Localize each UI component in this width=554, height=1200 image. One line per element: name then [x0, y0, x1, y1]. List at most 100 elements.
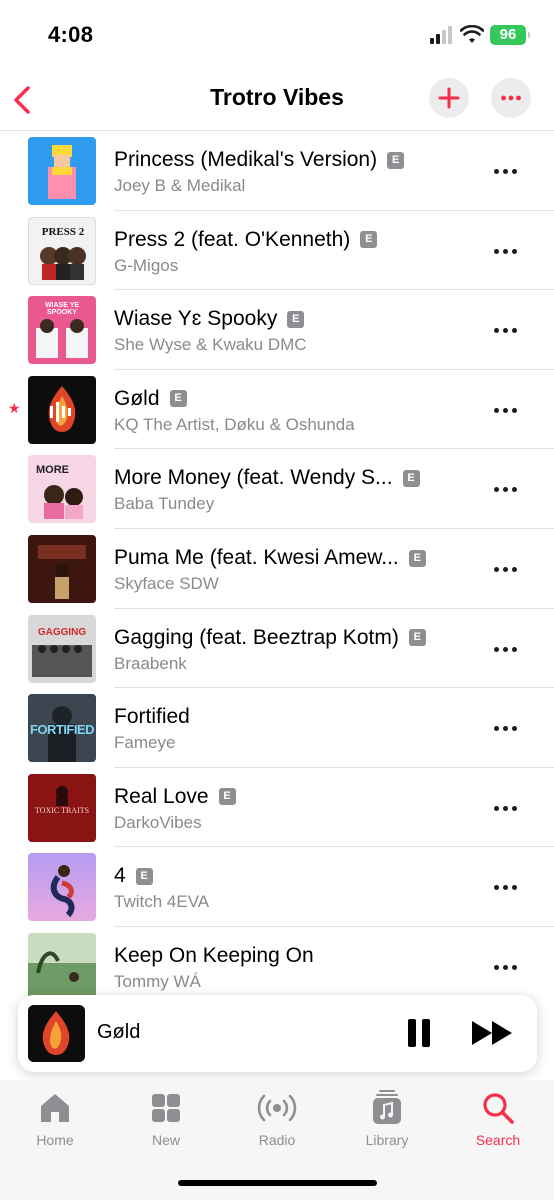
track-more-button[interactable]	[490, 794, 522, 822]
track-row[interactable]: WIASE YE SPOOKY Wiase Yɛ Spooky E She Wy…	[0, 290, 554, 370]
track-more-button[interactable]	[490, 237, 522, 265]
explicit-badge: E	[408, 629, 426, 647]
track-more-button[interactable]	[490, 953, 522, 981]
track-artist: G-Migos	[114, 255, 179, 275]
track-more-button[interactable]	[490, 873, 522, 901]
track-row[interactable]: Princess (Medikal's Version) E Joey B & …	[0, 131, 554, 211]
track-artwork: FORTIFIED	[28, 694, 96, 763]
ellipsis-icon	[501, 95, 521, 101]
mini-player[interactable]: Gøld	[18, 995, 537, 1072]
explicit-badge: E	[135, 867, 153, 885]
track-title: Fortified	[114, 705, 190, 729]
track-more-button[interactable]	[490, 396, 522, 424]
skip-forward-button[interactable]	[470, 1015, 516, 1051]
track-more-button[interactable]	[490, 555, 522, 583]
tab-label: Home	[36, 1132, 74, 1148]
home-icon	[41, 1094, 69, 1122]
track-artwork	[28, 853, 96, 922]
now-playing-artwork	[28, 1005, 85, 1062]
track-row[interactable]: MORE More Money (feat. Wendy S... E Baba…	[0, 449, 554, 529]
status-bar: 4:08 96	[0, 0, 554, 70]
track-row[interactable]: Puma Me (feat. Kwesi Amew... E Skyface S…	[0, 529, 554, 609]
nav-bar: Trotro Vibes	[0, 70, 554, 130]
track-title: Keep On Keeping On	[114, 944, 314, 967]
svg-text:MORE: MORE	[36, 464, 69, 476]
track-row[interactable]: FORTIFIED Fortified Fameye	[0, 688, 554, 768]
track-artist: DarkoVibes	[114, 812, 202, 832]
favorite-star-icon: ★	[8, 399, 21, 416]
artwork-text: FORTIFIED	[29, 722, 95, 738]
tab-label: New	[151, 1132, 180, 1148]
track-artwork	[28, 137, 96, 205]
home-indicator	[178, 1180, 377, 1186]
tab-library[interactable]: Library	[342, 1090, 432, 1160]
track-artist: KQ The Artist, Døku & Oshunda	[114, 414, 355, 434]
track-row[interactable]: PRESS 2 Press 2 (feat. O'Kenneth) E G-Mi…	[0, 211, 554, 291]
track-artist: Baba Tundey	[114, 494, 215, 514]
track-title: Real Love	[114, 784, 209, 808]
track-title: Princess (Medikal's Version)	[114, 148, 378, 171]
track-title: More Money (feat. Wendy S...	[114, 466, 393, 490]
track-row[interactable]: TOXIC TRAITS Real Love E DarkoVibes	[0, 768, 554, 848]
status-time: 4:08	[48, 22, 94, 47]
track-title: Press 2 (feat. O'Kenneth)	[114, 227, 351, 251]
track-artist: Fameye	[114, 733, 176, 753]
track-more-button[interactable]	[490, 714, 522, 742]
track-artwork	[28, 375, 96, 444]
track-artwork: WIASE YE SPOOKY	[28, 296, 96, 365]
track-artwork: GAGGING	[28, 614, 96, 683]
explicit-badge: E	[408, 549, 426, 567]
page-title: Trotro Vibes	[210, 84, 344, 110]
track-row[interactable]: 4 E Twitch 4EVA	[0, 847, 554, 927]
track-row[interactable]: GAGGING Gagging (feat. Beeztrap Kotm) E …	[0, 609, 554, 689]
grid-icon	[152, 1094, 180, 1122]
track-more-button[interactable]	[490, 157, 522, 185]
track-artwork: TOXIC TRAITS	[28, 773, 96, 842]
track-title: Gagging (feat. Beeztrap Kotm)	[114, 625, 399, 649]
tab-label: Search	[475, 1132, 521, 1148]
search-icon	[483, 1093, 514, 1124]
explicit-badge: E	[169, 390, 187, 408]
track-more-button[interactable]	[490, 475, 522, 503]
explicit-badge: E	[360, 231, 378, 249]
track-artist: Skyface SDW	[114, 574, 219, 593]
track-artist: Twitch 4EVA	[114, 892, 210, 912]
track-row[interactable]: ★ Gøld E KQ The Artist, Døku & Oshunda	[0, 370, 554, 450]
tab-radio[interactable]: Radio	[232, 1090, 322, 1160]
explicit-badge: E	[402, 469, 420, 487]
now-playing-title: Gøld	[97, 1021, 141, 1043]
tab-label: Library	[365, 1132, 409, 1148]
plus-icon	[438, 87, 460, 109]
track-title: Puma Me (feat. Kwesi Amew...	[114, 546, 399, 569]
track-artist: Braabenk	[114, 653, 187, 673]
track-list[interactable]: Princess (Medikal's Version) E Joey B & …	[0, 130, 554, 1000]
radio-icon	[257, 1094, 297, 1122]
track-artwork: MORE	[28, 455, 96, 524]
explicit-badge: E	[287, 310, 305, 328]
fast-forward-icon	[472, 1021, 512, 1045]
track-artwork: PRESS 2	[28, 216, 96, 285]
cellular-signal-icon	[430, 26, 454, 44]
tab-search[interactable]: Search	[453, 1090, 543, 1160]
track-title: Wiase Yɛ Spooky	[114, 307, 278, 331]
track-title: Gøld	[114, 386, 160, 410]
tab-new[interactable]: New	[121, 1090, 211, 1160]
track-more-button[interactable]	[490, 316, 522, 344]
artwork-text: TOXIC TRAITS	[34, 805, 90, 815]
track-title: 4	[114, 864, 126, 888]
tab-home[interactable]: Home	[10, 1090, 100, 1160]
explicit-badge: E	[218, 788, 236, 806]
library-icon	[373, 1090, 401, 1124]
track-row[interactable]: Keep On Keeping On Tommy WÁ	[0, 927, 554, 1000]
explicit-badge: E	[387, 151, 405, 169]
track-artist: Tommy WÁ	[114, 972, 201, 991]
more-options-button[interactable]	[491, 78, 531, 118]
track-more-button[interactable]	[490, 635, 522, 663]
track-artwork	[28, 535, 96, 603]
add-button[interactable]	[429, 78, 469, 118]
pause-button[interactable]	[404, 1015, 434, 1051]
wifi-icon	[460, 25, 484, 43]
track-artist: She Wyse & Kwaku DMC	[114, 335, 307, 355]
battery-indicator: 96	[490, 25, 530, 45]
track-artwork	[28, 933, 96, 1000]
